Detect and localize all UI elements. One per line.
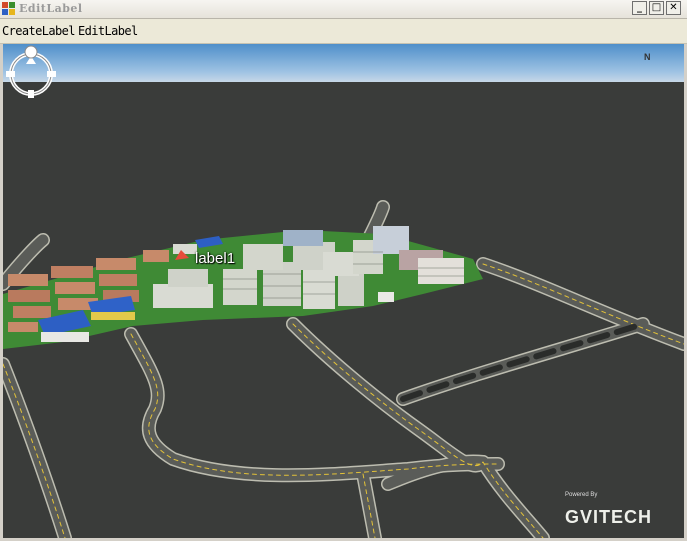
close-button[interactable]: ✕ <box>666 1 681 15</box>
app-window-icon <box>2 2 15 15</box>
3d-scene <box>3 44 684 538</box>
gvitech-logo: GVITECH <box>565 507 653 527</box>
maximize-button[interactable]: □ <box>649 1 664 15</box>
powered-by-text: Powered By <box>565 492 598 498</box>
3d-map-viewport[interactable]: label1 N Powered By GVITECH <box>3 44 684 538</box>
menu-item-createlabel[interactable]: CreateLabel <box>2 24 75 38</box>
sky <box>3 44 684 84</box>
compass-icon[interactable] <box>3 44 59 100</box>
compass-north-letter: N <box>644 52 651 62</box>
map-label-label1[interactable]: label1 <box>195 250 235 267</box>
title-bar: EditLabel _ □ ✕ <box>0 0 687 19</box>
menu-item-editlabel[interactable]: EditLabel <box>78 24 138 38</box>
minimize-button[interactable]: _ <box>632 1 647 15</box>
window-title: EditLabel <box>19 2 83 15</box>
menu-bar: CreateLabel EditLabel <box>0 19 687 44</box>
